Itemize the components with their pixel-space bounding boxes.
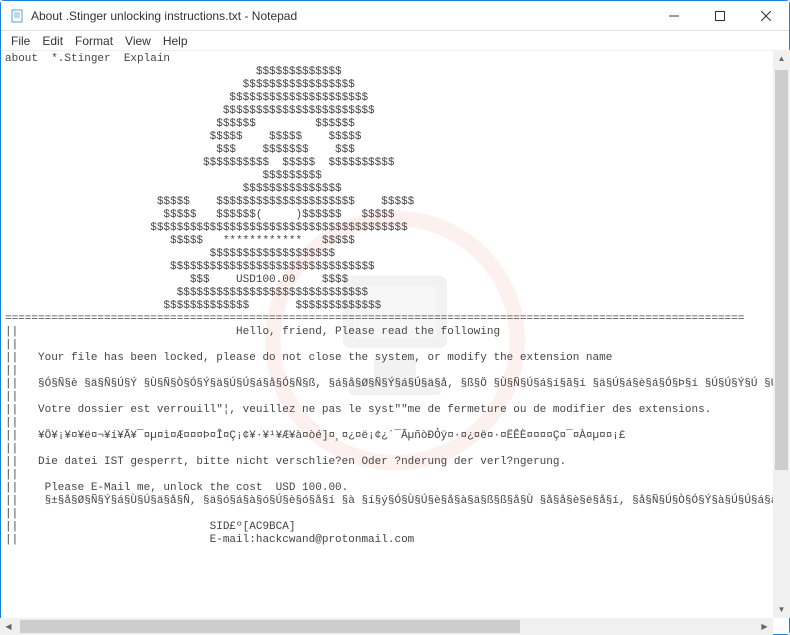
- menu-format[interactable]: Format: [69, 32, 119, 50]
- scroll-right-icon[interactable]: ▶: [756, 618, 773, 635]
- notepad-icon: [9, 8, 25, 24]
- menu-edit[interactable]: Edit: [36, 32, 69, 50]
- menu-view[interactable]: View: [119, 32, 157, 50]
- window-controls: [651, 1, 789, 31]
- vertical-scroll-thumb[interactable]: [775, 70, 788, 470]
- maximize-button[interactable]: [697, 1, 743, 31]
- close-button[interactable]: [743, 1, 789, 31]
- scroll-up-icon[interactable]: ▲: [773, 50, 790, 67]
- titlebar: About .Stinger unlocking instructions.tx…: [1, 1, 789, 31]
- scroll-left-icon[interactable]: ◀: [0, 618, 17, 635]
- menubar: File Edit Format View Help: [1, 31, 789, 51]
- notepad-window: About .Stinger unlocking instructions.tx…: [0, 0, 790, 635]
- vertical-scrollbar[interactable]: ▲ ▼: [773, 50, 790, 618]
- document-text: about *.Stinger Explain $$$$$$$$$$$$$ $$…: [1, 51, 789, 549]
- horizontal-scroll-thumb[interactable]: [20, 620, 520, 633]
- menu-help[interactable]: Help: [157, 32, 194, 50]
- menu-file[interactable]: File: [5, 32, 36, 50]
- window-title: About .Stinger unlocking instructions.tx…: [31, 9, 651, 23]
- minimize-button[interactable]: [651, 1, 697, 31]
- text-area[interactable]: about *.Stinger Explain $$$$$$$$$$$$$ $$…: [1, 51, 789, 634]
- scroll-down-icon[interactable]: ▼: [773, 601, 790, 618]
- horizontal-scrollbar[interactable]: ◀ ▶: [0, 618, 773, 635]
